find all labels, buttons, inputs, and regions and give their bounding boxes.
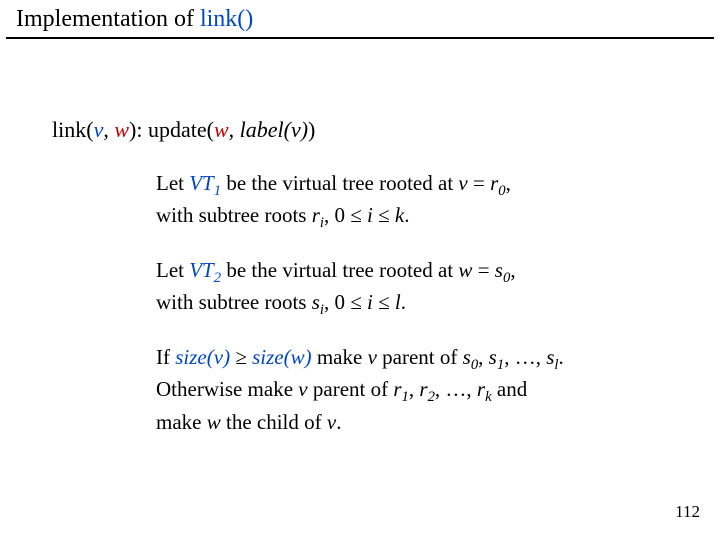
- p2-dot: .: [401, 290, 406, 314]
- p1-k: k: [395, 203, 404, 227]
- p3-r1: r: [393, 377, 401, 401]
- paragraph-vt1: Let VT1 be the virtual tree rooted at v …: [156, 169, 680, 234]
- p3-parent2: parent of: [308, 377, 394, 401]
- sig-fn: link: [52, 117, 86, 142]
- p3-v1: v: [368, 345, 377, 369]
- sig-w: w: [114, 117, 129, 142]
- p3-w: w: [207, 410, 221, 434]
- sig-close: ):: [129, 117, 148, 142]
- p3-make1: make: [312, 345, 368, 369]
- p3-v3: v: [327, 410, 336, 434]
- p3-c1: ,: [478, 345, 489, 369]
- p2-w: w: [458, 258, 472, 282]
- p3-r2: r: [419, 377, 427, 401]
- p3-s1: s: [489, 345, 497, 369]
- page-number: 112: [675, 502, 700, 522]
- p1-ri: r: [312, 203, 320, 227]
- p3-parent1: parent of: [377, 345, 463, 369]
- sig-upd-comma: ,: [229, 117, 240, 142]
- p1-r-sub: 0: [498, 183, 505, 199]
- p3-s0: s: [463, 345, 471, 369]
- p2-si: s: [312, 290, 320, 314]
- sig-upd-w: w: [214, 117, 229, 142]
- p1-range: , 0 ≤: [324, 203, 367, 227]
- p1-vt-sub: 1: [214, 183, 221, 199]
- p1-let: Let: [156, 171, 189, 195]
- p3-c2: ,: [409, 377, 420, 401]
- p3-r1-sub: 1: [402, 390, 409, 406]
- p3-and: and: [492, 377, 528, 401]
- sig-upd-close: ): [308, 117, 315, 142]
- p2-s: s: [495, 258, 503, 282]
- p3-size2: size(w): [252, 345, 312, 369]
- p3-dotB: .: [336, 410, 341, 434]
- p2-le: ≤: [373, 290, 395, 314]
- p2-vt-sub: 2: [214, 270, 221, 286]
- slide: Implementation of link() link(v, w): upd…: [0, 0, 720, 540]
- paragraph-vt2: Let VT2 be the virtual tree rooted at w …: [156, 256, 680, 321]
- p1-eq: =: [468, 171, 490, 195]
- p1-dot: .: [404, 203, 409, 227]
- p3-rk: r: [477, 377, 485, 401]
- p3-other: Otherwise make: [156, 377, 298, 401]
- p3-ge: ≥: [230, 345, 252, 369]
- sig-label: label(v): [240, 117, 308, 142]
- link-signature: link(v, w): update(w, label(v)): [52, 117, 720, 143]
- p1-v: v: [458, 171, 467, 195]
- p3-size1: size(v): [175, 345, 230, 369]
- sig-comma: ,: [103, 117, 114, 142]
- p2-line2a: with subtree roots: [156, 290, 312, 314]
- p3-dots2: , …,: [435, 377, 477, 401]
- p3-r2-sub: 2: [428, 390, 435, 406]
- p2-comma: ,: [510, 258, 515, 282]
- p1-le: ≤: [373, 203, 395, 227]
- title-func: link(): [200, 6, 253, 32]
- p2-be: be the virtual tree rooted at: [221, 258, 458, 282]
- p3-v2: v: [298, 377, 307, 401]
- p3-make2: make: [156, 410, 207, 434]
- title-prefix: Implementation of: [16, 6, 200, 32]
- p3-if: If: [156, 345, 175, 369]
- p1-be: be the virtual tree rooted at: [221, 171, 458, 195]
- p2-eq: =: [472, 258, 494, 282]
- p2-range: , 0 ≤: [324, 290, 367, 314]
- sig-v: v: [94, 117, 104, 142]
- p1-line2a: with subtree roots: [156, 203, 312, 227]
- paragraph-decision: If size(v) ≥ size(w) make v parent of s0…: [156, 343, 680, 437]
- p2-vt: VT: [189, 258, 214, 282]
- p1-comma: ,: [506, 171, 511, 195]
- p3-dotA: .: [558, 345, 563, 369]
- p3-dots1: , …,: [504, 345, 546, 369]
- p3-child: the child of: [221, 410, 327, 434]
- p2-let: Let: [156, 258, 189, 282]
- sig-upd: update(: [148, 117, 214, 142]
- slide-title: Implementation of link(): [6, 0, 714, 39]
- p1-vt: VT: [189, 171, 214, 195]
